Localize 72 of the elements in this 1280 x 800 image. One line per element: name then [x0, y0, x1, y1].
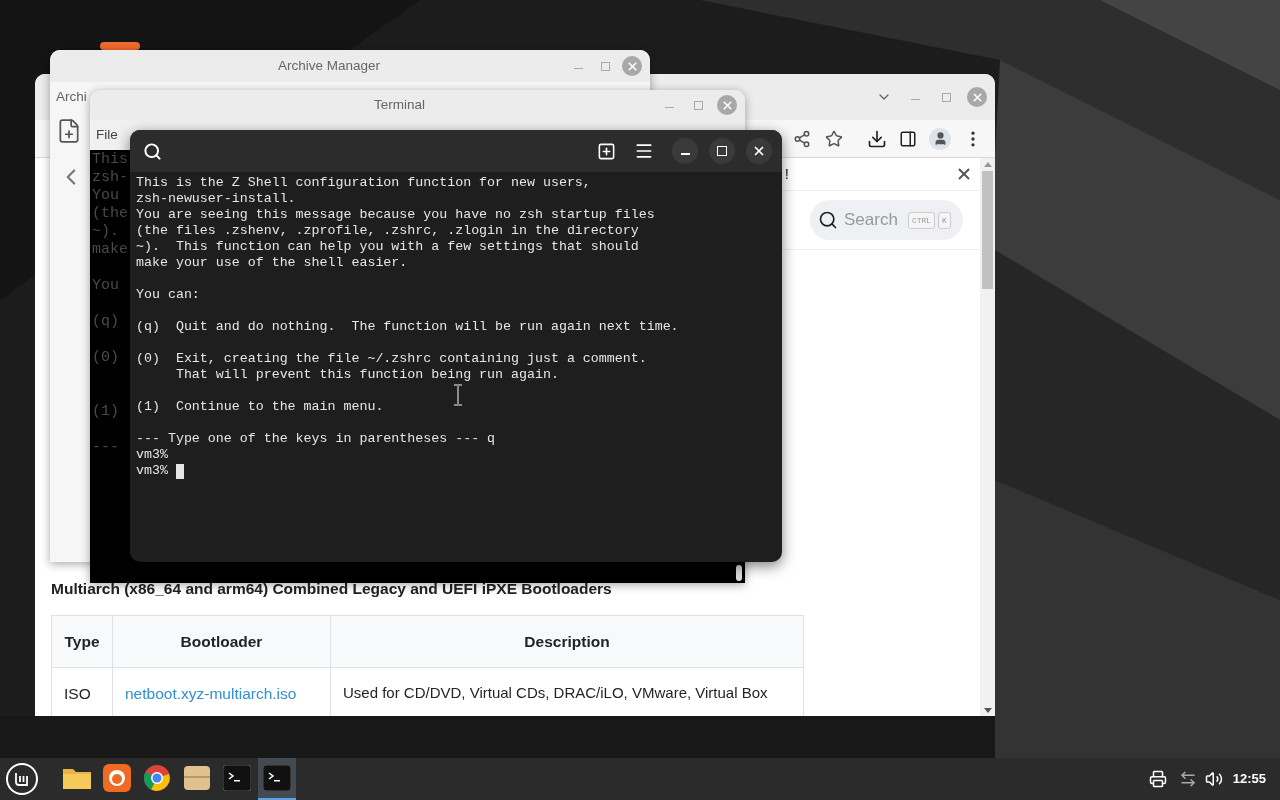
profile-icon[interactable] — [929, 127, 951, 150]
package-icon — [183, 764, 211, 792]
close-button[interactable] — [746, 138, 772, 164]
terminal-icon — [223, 765, 251, 791]
close-icon — [720, 98, 734, 112]
start-menu-button[interactable] — [6, 763, 38, 795]
terminal-line: zsh- — [92, 169, 128, 187]
browser-icon — [103, 764, 131, 792]
terminal-line: (1) Continue to the main menu. — [136, 399, 384, 415]
terminal-line: This — [92, 151, 128, 169]
scrollbar[interactable] — [733, 563, 745, 583]
notice-text: ! — [784, 163, 789, 184]
terminal-line: (the files .zshenv, .zprofile, .zshrc, .zlogin in the directory — [136, 223, 639, 239]
table-cell: ISO — [51, 667, 113, 716]
terminal-line: (0) — [92, 349, 119, 367]
terminal-line: You can: — [136, 287, 200, 303]
menu-item[interactable]: File — [96, 124, 118, 146]
close-icon — [625, 59, 639, 73]
terminal-line: (q) — [92, 313, 119, 331]
text-cursor-icon — [453, 384, 463, 406]
terminal-line: make your use of the shell easier. — [136, 255, 408, 271]
terminal-line: (0) Exit, creating the file ~/.zshrc containing just a comment. — [136, 351, 647, 367]
keyboard-key: K — [938, 211, 951, 229]
folder-icon — [62, 766, 92, 790]
terminal-line: That will prevent this function being run again. — [174, 367, 559, 383]
terminal-line: This is the Z Shell configuration function for new users, — [136, 175, 591, 191]
column-header: Type — [51, 615, 113, 668]
window-title: Terminal — [373, 95, 426, 114]
terminal-line: --- Type one of the keys in parentheses --- q — [136, 431, 496, 447]
network-icon[interactable] — [1178, 770, 1197, 788]
minimize-button[interactable] — [672, 138, 698, 164]
scrollbar[interactable] — [980, 158, 995, 716]
terminal-line: ~). — [92, 223, 119, 241]
close-icon — [752, 144, 766, 158]
keyboard-key: CTRL — [907, 211, 936, 229]
menu-button[interactable] — [634, 141, 654, 161]
new-tab-button[interactable] — [597, 141, 616, 161]
download-link[interactable]: netboot.xyz-multiarch.iso — [125, 684, 297, 702]
side-panel-icon[interactable] — [899, 129, 917, 148]
terminal-line: (q) Quit and do nothing. The function will be run again next time. — [136, 319, 679, 335]
logo-icon — [14, 772, 30, 786]
terminal-line: You are seeing this message because you have no zsh startup files — [136, 207, 655, 223]
clock[interactable]: 12:55 — [1232, 769, 1266, 789]
share-icon[interactable] — [793, 129, 811, 148]
close-icon — [970, 90, 984, 104]
column-header: Description — [330, 615, 804, 668]
terminal-line: (1) — [92, 403, 119, 421]
terminal-prompt: vm3% — [136, 463, 168, 479]
terminal-line: ~). This function can help you with a few settings that should — [136, 239, 639, 255]
search-icon — [818, 210, 838, 230]
column-header: Bootloader — [112, 615, 331, 668]
section-heading: Multiarch (x86_64 and arm64) Combined Legacy and UEFI iPXE Bootloaders — [50, 579, 613, 599]
maximize-button[interactable] — [709, 138, 735, 164]
printer-icon[interactable] — [1148, 770, 1167, 788]
desktop-icon[interactable] — [100, 42, 140, 50]
download-icon[interactable] — [867, 128, 887, 149]
window-title: Archive Manager — [276, 56, 382, 75]
volume-icon[interactable] — [1204, 770, 1223, 788]
bookmark-star-icon[interactable] — [825, 129, 843, 148]
terminal-icon — [263, 765, 291, 791]
terminal-line: vm3% — [136, 447, 168, 463]
terminal-line: zsh-newuser-install. — [136, 191, 296, 207]
new-file-icon[interactable] — [56, 118, 82, 144]
taskbar-button[interactable] — [258, 758, 296, 800]
search-button[interactable] — [143, 141, 162, 161]
browser-icon — [143, 764, 171, 792]
terminal-line: (the — [92, 205, 128, 223]
terminal-line: make — [92, 241, 128, 259]
terminal-line: You — [92, 187, 119, 205]
terminal-line: You — [92, 277, 119, 295]
tab[interactable]: Archi — [56, 88, 87, 106]
terminal-line: --- — [92, 439, 119, 457]
